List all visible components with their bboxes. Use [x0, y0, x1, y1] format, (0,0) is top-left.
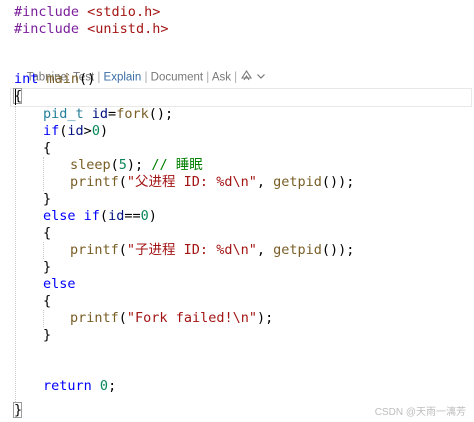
punctuation: ;	[108, 378, 117, 394]
tabnine-codelens: Tabnine: Test | Explain | Document | Ask…	[14, 55, 266, 84]
function-call: getpid	[273, 242, 322, 258]
code-line-sleep[interactable]: sleep(5); // 睡眠	[70, 157, 203, 174]
variable: id	[67, 123, 84, 139]
operator: >	[83, 123, 92, 139]
keyword: return	[43, 378, 92, 394]
punctuation: (	[118, 174, 127, 190]
function-name: main	[46, 71, 80, 87]
keyword: else	[43, 208, 76, 224]
include-file: <stdio.h>	[87, 4, 161, 20]
codelens-separator: |	[94, 71, 104, 84]
punctuation: }	[43, 191, 52, 207]
keyword: if	[83, 208, 100, 224]
number: 5	[118, 157, 127, 173]
operator: ==	[124, 208, 141, 224]
codelens-separator: |	[203, 71, 212, 84]
type-name: pid_t	[43, 106, 84, 122]
code-line-brace-open[interactable]: {	[43, 293, 51, 310]
code-line-printf-parent[interactable]: printf("父进程 ID: %d\n", getpid());	[70, 174, 354, 191]
code-editor[interactable]: #include <stdio.h> #include <unistd.h> T…	[0, 0, 474, 422]
code-line-include-unistd[interactable]: #include <unistd.h>	[14, 21, 168, 38]
current-line-highlight	[10, 88, 472, 107]
punctuation: ,	[256, 174, 274, 190]
punctuation: (	[118, 242, 127, 258]
indent-guide	[43, 157, 44, 191]
keyword: int	[14, 71, 39, 87]
punctuation: ()	[79, 71, 96, 87]
function-call: getpid	[273, 174, 322, 190]
code-line-main-signature[interactable]: int main()	[14, 71, 95, 88]
text-cursor	[15, 89, 16, 105]
chevron-down-icon[interactable]	[256, 71, 266, 85]
punctuation: ());	[321, 242, 355, 258]
punctuation: }	[43, 259, 52, 275]
punctuation: }	[43, 327, 52, 343]
keyword: else	[43, 276, 76, 292]
preprocessor-directive: #include	[14, 4, 80, 20]
code-line-if[interactable]: if(id>0)	[43, 123, 108, 140]
number: 0	[91, 123, 100, 139]
punctuation: {	[43, 140, 52, 156]
code-line-brace-close[interactable]: }	[43, 259, 51, 276]
punctuation: );	[126, 157, 144, 173]
punctuation: (	[99, 208, 109, 224]
include-file: <unistd.h>	[87, 21, 169, 37]
variable: id	[108, 208, 125, 224]
indent-guide	[15, 106, 16, 402]
tabnine-icon[interactable]	[240, 69, 253, 86]
function-call: printf	[70, 174, 119, 190]
code-line-printf-child[interactable]: printf("子进程 ID: %d\n", getpid());	[70, 242, 354, 259]
number: 0	[99, 378, 109, 394]
codelens-explain[interactable]: Explain	[104, 72, 142, 84]
code-line-else-if[interactable]: else if(id==0)	[43, 208, 157, 225]
code-line-brace-open[interactable]: {	[43, 140, 51, 157]
watermark: CSDN @天雨一漓芳	[374, 407, 466, 418]
function-call: fork	[116, 106, 149, 122]
indent-guide	[43, 310, 44, 327]
code-line-include-stdio[interactable]: #include <stdio.h>	[14, 4, 160, 21]
string-literal: "子进程 ID: %d\n"	[126, 242, 257, 258]
code-line-brace-close[interactable]: }	[43, 327, 51, 344]
code-line-declaration[interactable]: pid_t id=fork();	[43, 106, 173, 123]
code-line-printf-fail[interactable]: printf("Fork failed!\n");	[70, 310, 273, 327]
punctuation: ());	[321, 174, 355, 190]
function-call: sleep	[70, 157, 111, 173]
codelens-ask[interactable]: Ask	[212, 72, 231, 84]
punctuation: )	[99, 123, 109, 139]
function-call: printf	[70, 310, 119, 326]
punctuation: ();	[148, 106, 174, 122]
codelens-separator: |	[230, 71, 241, 84]
comment: // 睡眠	[151, 157, 203, 173]
code-line-else[interactable]: else	[43, 276, 76, 293]
punctuation: =	[108, 106, 117, 122]
variable: id	[91, 106, 109, 122]
function-call: printf	[70, 242, 119, 258]
punctuation: (	[110, 157, 119, 173]
punctuation: )	[148, 208, 157, 224]
bracket-match-highlight	[13, 402, 22, 418]
punctuation: {	[43, 225, 52, 241]
punctuation: {	[43, 293, 52, 309]
keyword: if	[43, 123, 60, 139]
string-literal: "Fork failed!\n"	[126, 310, 257, 326]
codelens-document[interactable]: Document	[151, 72, 203, 84]
code-line-brace-close[interactable]: }	[43, 191, 51, 208]
punctuation: ,	[256, 242, 274, 258]
preprocessor-directive: #include	[14, 21, 80, 37]
code-line-brace-open[interactable]: {	[43, 225, 51, 242]
indent-guide	[43, 242, 44, 259]
number: 0	[140, 208, 149, 224]
code-line-return[interactable]: return 0;	[43, 378, 116, 395]
codelens-separator: |	[141, 71, 151, 84]
string-literal: "父进程 ID: %d\n"	[126, 174, 257, 190]
punctuation: (	[118, 310, 127, 326]
punctuation: );	[256, 310, 274, 326]
